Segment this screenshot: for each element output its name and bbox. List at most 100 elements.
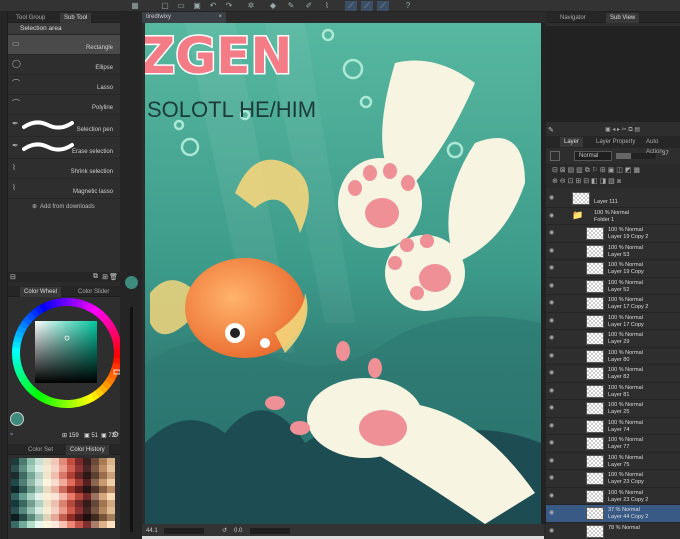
color-swatch[interactable] <box>75 472 83 479</box>
layer-row[interactable]: ◉ Layer 111 <box>546 190 680 208</box>
layer-row[interactable]: ◉ 100 % Normal Layer 23 Copy 2 <box>546 487 680 505</box>
color-swatch[interactable] <box>19 507 27 514</box>
color-swatch[interactable] <box>75 507 83 514</box>
color-swatch[interactable] <box>75 479 83 486</box>
color-swatch[interactable] <box>91 458 99 465</box>
color-swatch[interactable] <box>99 493 107 500</box>
color-swatch[interactable] <box>107 493 115 500</box>
color-swatch[interactable] <box>51 472 59 479</box>
color-swatch[interactable] <box>107 479 115 486</box>
tab-sub-view[interactable]: Sub View <box>606 13 640 23</box>
canvas-viewport[interactable]: ZGEN SOLOTL HE/HIM <box>145 23 541 524</box>
color-swatch[interactable] <box>35 486 43 493</box>
tab-layer-property[interactable]: Layer Property <box>592 137 639 147</box>
visibility-eye-icon[interactable]: ◉ <box>549 213 556 219</box>
color-swatch[interactable] <box>91 479 99 486</box>
color-swatch[interactable] <box>67 472 75 479</box>
color-swatch[interactable] <box>35 493 43 500</box>
color-swatch[interactable] <box>83 514 91 521</box>
color-swatch[interactable] <box>27 514 35 521</box>
color-swatch[interactable] <box>27 507 35 514</box>
color-swatch[interactable] <box>11 514 19 521</box>
close-icon[interactable]: × <box>218 12 222 23</box>
color-swatch[interactable] <box>11 507 19 514</box>
color-swatch[interactable] <box>43 493 51 500</box>
color-swatch[interactable] <box>51 486 59 493</box>
color-swatch[interactable] <box>83 493 91 500</box>
color-swatch[interactable] <box>19 514 27 521</box>
color-swatch[interactable] <box>91 493 99 500</box>
help-icon[interactable]: ? <box>403 1 413 11</box>
sub-view-controls[interactable]: ▣ ◂ ▸ ✂ ⧉ ▤ <box>605 126 640 134</box>
undo-icon[interactable]: ↶ <box>208 1 218 11</box>
layer-row[interactable]: ◉ 100 % Normal Layer 19 Copy <box>546 260 680 278</box>
new-file-icon[interactable]: ▢ <box>160 1 170 11</box>
color-swatch[interactable] <box>59 472 67 479</box>
color-swatch[interactable] <box>67 521 75 528</box>
color-swatch[interactable] <box>35 458 43 465</box>
zoom-slider[interactable] <box>164 528 204 534</box>
tab-layer[interactable]: Layer <box>560 137 584 147</box>
color-swatch[interactable] <box>27 472 35 479</box>
color-swatch[interactable] <box>99 521 107 528</box>
color-swatch[interactable] <box>27 479 35 486</box>
sub-view-area[interactable] <box>546 26 680 122</box>
color-swatch[interactable] <box>19 458 27 465</box>
color-swatch[interactable] <box>83 507 91 514</box>
color-swatch[interactable] <box>67 486 75 493</box>
visibility-eye-icon[interactable]: ◉ <box>549 423 556 429</box>
color-swatch[interactable] <box>91 507 99 514</box>
color-swatch[interactable] <box>83 521 91 528</box>
color-swatch[interactable] <box>51 479 59 486</box>
color-swatch[interactable] <box>67 479 75 486</box>
layer-row[interactable]: ◉ 100 % Normal Layer 17 Copy 2 <box>546 295 680 313</box>
color-swatch[interactable] <box>35 521 43 528</box>
color-swatch[interactable] <box>19 521 27 528</box>
main-color-swatch[interactable] <box>10 412 24 426</box>
color-swatch[interactable] <box>27 486 35 493</box>
grid-icon[interactable]: ▦ <box>130 1 140 11</box>
tool-item-rectangle[interactable]: ▭ Rectangle <box>8 35 120 55</box>
color-swatch[interactable] <box>99 514 107 521</box>
color-swatch[interactable] <box>43 500 51 507</box>
visibility-eye-icon[interactable]: ◉ <box>549 283 556 289</box>
visibility-eye-icon[interactable]: ◉ <box>549 195 556 201</box>
layer-row[interactable]: ◉ 100 % Normal Layer 82 <box>546 365 680 383</box>
tool-item-erase-selection[interactable]: ✒ Erase selection <box>8 137 120 159</box>
color-swatch[interactable] <box>91 521 99 528</box>
color-swatch[interactable] <box>107 500 115 507</box>
layer-color-icon[interactable] <box>550 151 560 161</box>
layer-row[interactable]: ◉ 100 % Normal Layer 17 Copy <box>546 312 680 330</box>
visibility-eye-icon[interactable]: ◉ <box>549 405 556 411</box>
tab-navigator[interactable]: Navigator <box>556 13 590 23</box>
visibility-eye-icon[interactable]: ◉ <box>549 265 556 271</box>
tab-auto-action[interactable]: Auto Action <box>642 137 680 155</box>
layer-row[interactable]: ◉ 78 % Normal <box>546 522 680 539</box>
color-swatch[interactable] <box>107 458 115 465</box>
color-swatch[interactable] <box>91 472 99 479</box>
color-swatch[interactable] <box>27 493 35 500</box>
document-tab[interactable]: tiredtwixy × <box>142 12 226 23</box>
color-swatch[interactable] <box>99 458 107 465</box>
layer-row[interactable]: ◉ 100 % Normal Layer 75 <box>546 452 680 470</box>
color-swatch[interactable] <box>35 500 43 507</box>
tab-color-set[interactable]: Color Set <box>24 445 57 455</box>
color-swatch[interactable] <box>59 479 67 486</box>
color-swatch[interactable] <box>43 521 51 528</box>
color-swatch[interactable] <box>91 465 99 472</box>
current-color-indicator[interactable] <box>125 276 138 289</box>
color-swatch[interactable] <box>51 521 59 528</box>
color-swatch[interactable] <box>83 472 91 479</box>
artwork-canvas[interactable]: ZGEN SOLOTL HE/HIM <box>145 23 541 524</box>
visibility-eye-icon[interactable]: ◉ <box>549 353 556 359</box>
snap-ruler-icon[interactable]: ⟋ <box>345 1 357 11</box>
color-swatch[interactable] <box>75 521 83 528</box>
visibility-eye-icon[interactable]: ◉ <box>549 370 556 376</box>
visibility-eye-icon[interactable]: ◉ <box>549 248 556 254</box>
layer-row[interactable]: ◉ 100 % Normal Layer 80 <box>546 347 680 365</box>
layer-row[interactable]: ◉ 100 % Normal Layer 25 <box>546 400 680 418</box>
color-swatch[interactable] <box>99 500 107 507</box>
color-swatch[interactable] <box>11 493 19 500</box>
color-swatch[interactable] <box>43 514 51 521</box>
color-swatch[interactable] <box>67 465 75 472</box>
